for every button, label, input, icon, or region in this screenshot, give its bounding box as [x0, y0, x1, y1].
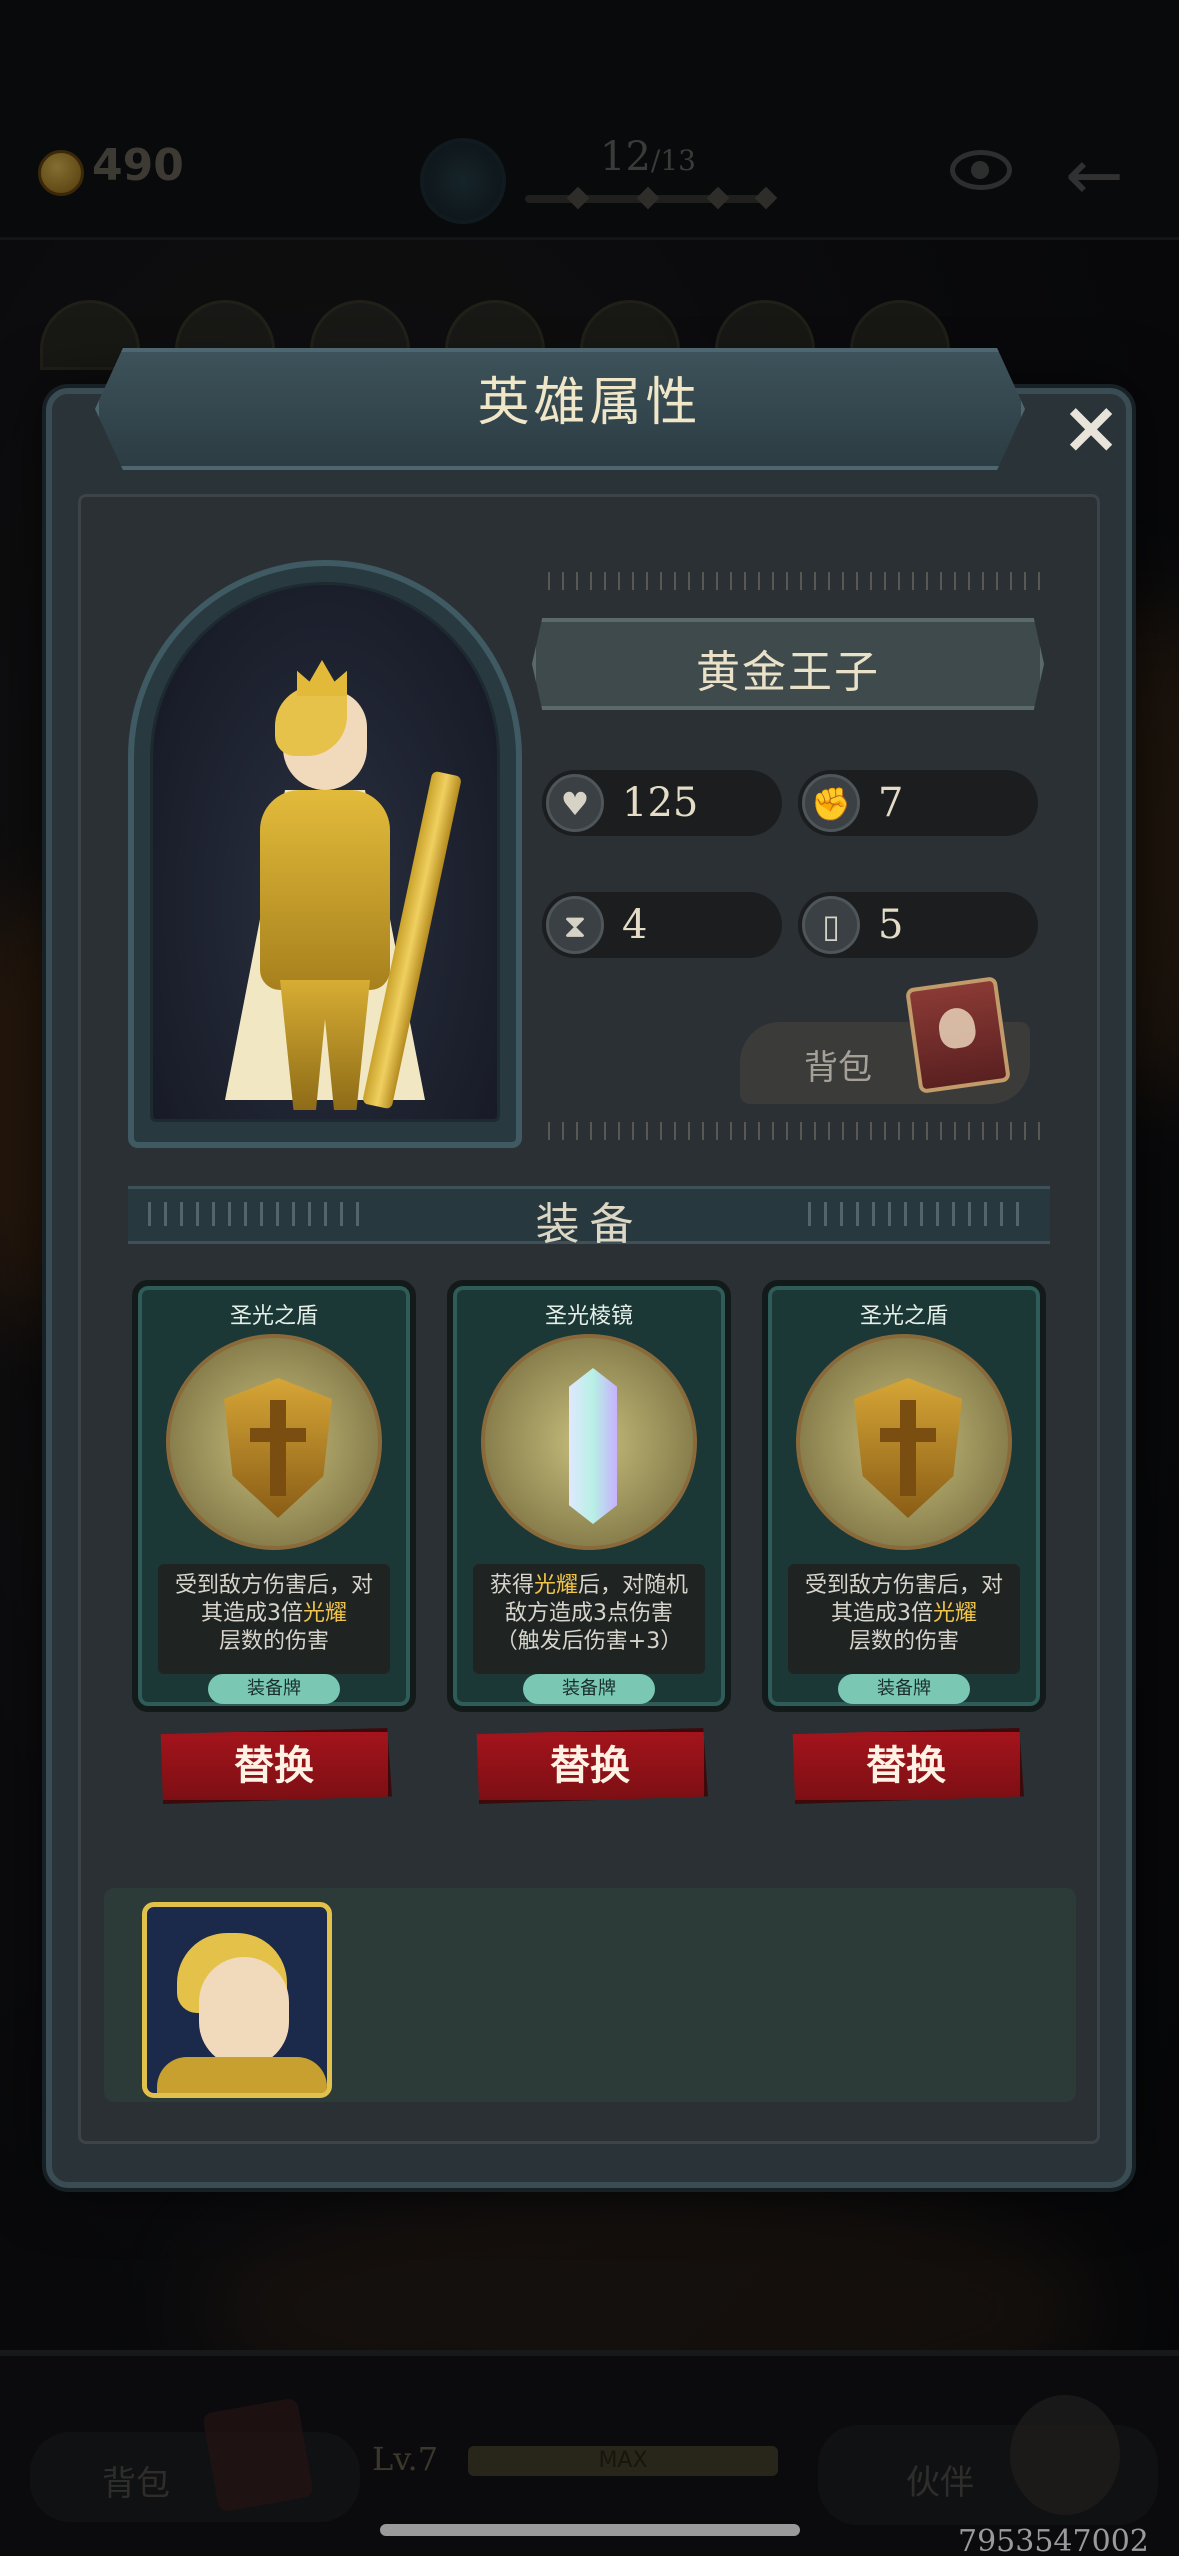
hero-armor — [260, 790, 390, 990]
heart-icon: ♥ — [546, 774, 604, 832]
stat-energy: ⧗ 4 — [542, 892, 782, 958]
replace-button[interactable]: 替换 — [792, 1728, 1024, 1804]
equipment-card[interactable]: 圣光棱镜 获得光耀后，对随机 敌方造成3点伤害 （触发后伤害+3） 装备牌 — [447, 1280, 731, 1712]
card-name: 圣光之盾 — [229, 1304, 318, 1329]
keyword-glory: 光耀 — [533, 1573, 578, 1598]
card-type-tag: 装备牌 — [838, 1674, 970, 1704]
hero-face — [199, 1957, 289, 2067]
strength-icon: ✊ — [802, 774, 860, 832]
stat-cards-value: 5 — [878, 902, 904, 948]
holy-shield-icon — [854, 1378, 962, 1518]
card-type-tag: 装备牌 — [208, 1674, 340, 1704]
hero-select-slot[interactable] — [142, 1902, 332, 2098]
card-icon: ▯ — [802, 896, 860, 954]
stat-cards: ▯ 5 — [798, 892, 1038, 958]
card-desc-line: 受到敌方伤害后，对 — [804, 1573, 1003, 1598]
keyword-glory: 光耀 — [932, 1601, 977, 1626]
card-desc-line: 其造成3倍光耀 — [158, 1600, 390, 1628]
equipment-card[interactable]: 圣光之盾 受到敌方伤害后，对 其造成3倍光耀 层数的伤害 装备牌 — [762, 1280, 1046, 1712]
card-name: 圣光之盾 — [859, 1304, 948, 1329]
prism-crystal-icon — [569, 1368, 617, 1524]
crown-icon — [297, 660, 347, 696]
close-button[interactable]: × — [1058, 391, 1124, 463]
card-desc-text: 获得 — [489, 1573, 534, 1598]
hero-name: 黄金王子 — [696, 647, 880, 698]
stat-power-value: 7 — [878, 780, 904, 826]
dialog-title: 英雄属性 — [477, 373, 702, 433]
card-desc-line: （触发后伤害+3） — [495, 1629, 683, 1654]
card-desc-line: 获得光耀后，对随机 — [473, 1572, 705, 1600]
card-type-tag: 装备牌 — [523, 1674, 655, 1704]
replace-button[interactable]: 替换 — [476, 1728, 708, 1804]
card-desc-line: 敌方造成3点伤害 — [505, 1601, 673, 1626]
bag-button-label: 背包 — [804, 1048, 872, 1088]
replace-button[interactable]: 替换 — [160, 1728, 392, 1804]
card-description: 受到敌方伤害后，对 其造成3倍光耀 层数的伤害 — [158, 1564, 390, 1674]
home-indicator[interactable] — [380, 2524, 800, 2536]
spellbook-icon[interactable] — [905, 976, 1011, 1094]
card-desc-line: 其造成3倍光耀 — [788, 1600, 1020, 1628]
card-name: 圣光棱镜 — [544, 1304, 633, 1329]
holy-shield-icon — [224, 1378, 332, 1518]
equipment-title: 装备 — [535, 1199, 644, 1250]
game-screen: 490 12/13 ← 背包 Lv.7 MAX 伙伴 英雄属性 × 黄金王子 ♥… — [0, 0, 1179, 2556]
keyword-glory: 光耀 — [302, 1601, 347, 1626]
card-description: 受到敌方伤害后，对 其造成3倍光耀 层数的伤害 — [788, 1564, 1020, 1674]
stat-hp-value: 125 — [622, 780, 699, 826]
ornament-divider — [548, 1122, 1048, 1140]
stat-energy-value: 4 — [622, 902, 648, 948]
ornament-divider — [548, 572, 1048, 590]
stat-hp: ♥ 125 — [542, 770, 782, 836]
card-art — [481, 1334, 697, 1550]
card-desc-line: 层数的伤害 — [218, 1629, 329, 1654]
card-art — [796, 1334, 1012, 1550]
card-desc-line: 受到敌方伤害后，对 — [174, 1573, 373, 1598]
card-description: 获得光耀后，对随机 敌方造成3点伤害 （触发后伤害+3） — [473, 1564, 705, 1674]
hero-armor — [157, 2057, 327, 2093]
card-desc-line: 层数的伤害 — [848, 1629, 959, 1654]
card-art — [166, 1334, 382, 1550]
hourglass-icon: ⧗ — [546, 896, 604, 954]
card-desc-text: 后，对随机 — [578, 1573, 689, 1598]
card-desc-text: 其造成3倍 — [830, 1601, 933, 1626]
stat-power: ✊ 7 — [798, 770, 1038, 836]
card-desc-text: 其造成3倍 — [200, 1601, 303, 1626]
equipment-card[interactable]: 圣光之盾 受到敌方伤害后，对 其造成3倍光耀 层数的伤害 装备牌 — [132, 1280, 416, 1712]
golden-prince-portrait — [205, 660, 465, 1120]
footer-code: 7953547002 — [958, 2524, 1149, 2556]
